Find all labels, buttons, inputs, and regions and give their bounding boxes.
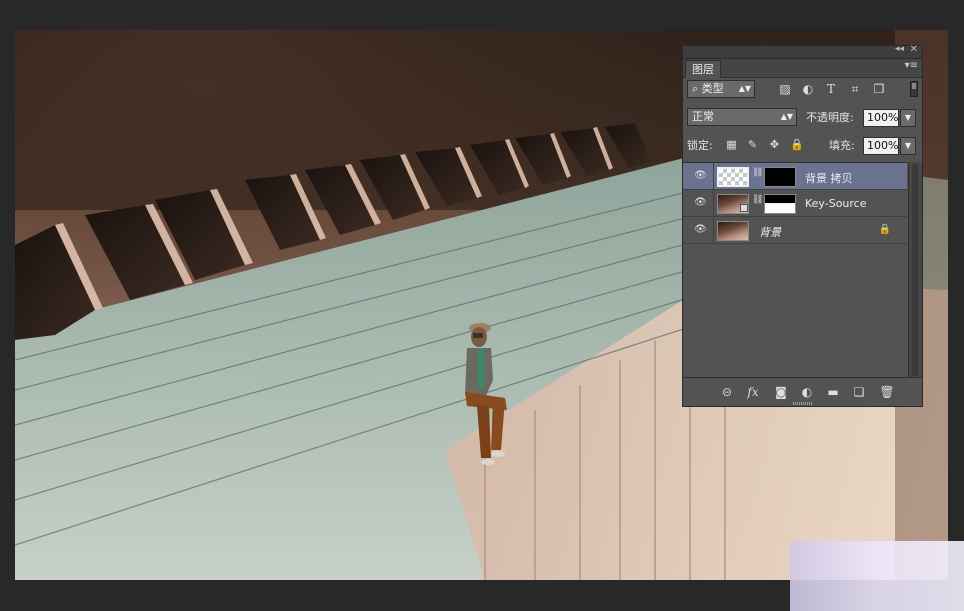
collapse-panel-icon[interactable]: ◂◂ — [895, 44, 904, 54]
opacity-dropdown-button[interactable]: ▼ — [900, 109, 916, 127]
layer-row-key-source[interactable]: 👁 ⛓ Key-Source — [683, 190, 907, 217]
smart-object-badge-icon — [740, 204, 748, 212]
smart-object-filter-icon[interactable]: ❐ — [871, 81, 887, 97]
filter-kind-label: 类型 — [701, 82, 724, 95]
blend-mode-value: 正常 — [692, 110, 714, 123]
chevron-updown-icon: ▲▼ — [780, 112, 793, 121]
chevron-updown-icon: ▲▼ — [738, 84, 751, 93]
search-icon: ⌕ — [692, 82, 699, 95]
shape-filter-icon[interactable]: ⌗ — [847, 81, 863, 97]
lock-all-icon[interactable]: 🔒 — [790, 138, 804, 151]
adjustment-filter-icon[interactable]: ◐ — [800, 81, 816, 97]
resize-grip[interactable] — [793, 402, 813, 405]
panel-tab-row: 图层 ▾≡ — [683, 59, 922, 78]
blend-mode-select[interactable]: 正常 ▲▼ — [687, 108, 797, 126]
mask-link-chain-icon[interactable]: ⛓ — [752, 169, 763, 184]
layer-row-background-copy[interactable]: 👁 ⛓ 背景 拷贝 — [683, 163, 907, 190]
tab-layers[interactable]: 图层 — [685, 60, 721, 78]
corner-overlay — [790, 541, 964, 611]
layer-name: Key-Source — [805, 197, 867, 210]
image-filter-icon[interactable]: ▨ — [777, 81, 793, 97]
fill-dropdown-button[interactable]: ▼ — [900, 137, 916, 155]
layer-name: 背景 拷贝 — [805, 172, 853, 185]
type-filter-icon[interactable]: T — [823, 81, 839, 97]
lock-image-pixels-icon[interactable]: ✎ — [746, 138, 759, 151]
fill-label: 填充: — [829, 139, 855, 152]
scrollbar-thumb[interactable] — [912, 164, 918, 376]
new-adjustment-icon[interactable]: ◐ — [799, 384, 815, 400]
opacity-label: 不透明度: — [806, 111, 854, 124]
visibility-eye-icon[interactable]: 👁 — [694, 171, 708, 181]
delete-layer-icon[interactable]: 🗑 — [879, 384, 895, 400]
add-mask-icon[interactable]: ◙ — [773, 384, 789, 400]
visibility-eye-icon[interactable]: 👁 — [694, 225, 708, 235]
divider — [713, 217, 714, 244]
new-group-icon[interactable]: ▬ — [825, 384, 841, 400]
filter-toggle-switch[interactable] — [910, 81, 918, 97]
panel-titlebar: ◂◂ ✕ — [683, 44, 922, 59]
layer-row-background[interactable]: 👁 背景 🔒 — [683, 217, 907, 244]
link-layers-icon[interactable]: ⊝ — [719, 384, 735, 400]
blend-row: 正常 ▲▼ 不透明度: 100% ▼ — [683, 105, 922, 131]
close-panel-icon[interactable]: ✕ — [910, 44, 918, 55]
panel-footer: ⊝ fx ◙ ◐ ▬ ❏ 🗑 — [683, 377, 922, 406]
fill-input[interactable]: 100% — [863, 137, 899, 155]
visibility-eye-icon[interactable]: 👁 — [694, 198, 708, 208]
lock-row: 锁定: ▦ ✎ ✥ 🔒 填充: 100% ▼ — [683, 133, 922, 159]
new-layer-icon[interactable]: ❏ — [851, 384, 867, 400]
layers-list: 👁 ⛓ 背景 拷贝 👁 ⛓ Key-Source 👁 背景 🔒 — [683, 162, 907, 380]
mask-link-chain-icon[interactable]: ⛓ — [752, 196, 763, 211]
opacity-input[interactable]: 100% — [863, 109, 899, 127]
panel-menu-icon[interactable]: ▾≡ — [905, 60, 918, 71]
layer-mask-thumbnail[interactable] — [764, 194, 796, 214]
layer-thumbnail[interactable] — [717, 167, 749, 187]
layers-panel: ◂◂ ✕ 图层 ▾≡ ⌕ 类型 ▲▼ ▨ ◐ T ⌗ ❐ 正常 ▲▼ 不透明度:… — [682, 44, 923, 407]
layer-style-fx-icon[interactable]: fx — [745, 384, 761, 400]
divider — [713, 190, 714, 217]
lock-icon: 🔒 — [878, 224, 891, 235]
lock-transparent-pixels-icon[interactable]: ▦ — [725, 138, 738, 151]
layer-mask-thumbnail[interactable] — [764, 167, 796, 187]
divider — [713, 163, 714, 190]
lock-position-icon[interactable]: ✥ — [768, 138, 781, 151]
lock-label: 锁定: — [687, 139, 713, 152]
filter-kind-select[interactable]: ⌕ 类型 ▲▼ — [687, 80, 755, 98]
layers-scrollbar[interactable] — [908, 162, 922, 379]
layer-name: 背景 — [759, 226, 781, 239]
layer-thumbnail[interactable] — [717, 221, 749, 241]
layer-filter-row: ⌕ 类型 ▲▼ ▨ ◐ T ⌗ ❐ — [683, 77, 922, 103]
